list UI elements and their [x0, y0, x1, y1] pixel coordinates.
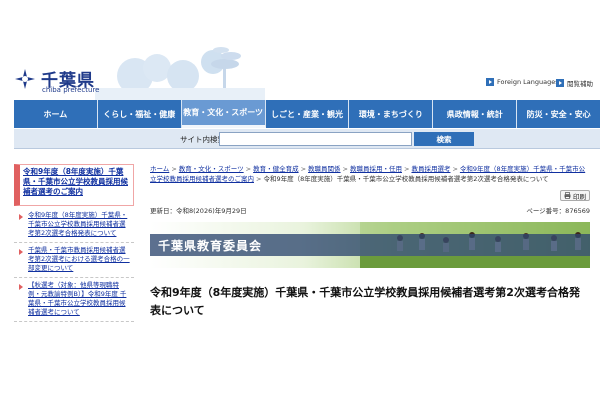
nav-disaster-safety[interactable]: 防災・安全・安心	[517, 100, 600, 128]
page-number: ページ番号：876569	[526, 207, 590, 215]
board-of-education-banner: 千葉県教育委員会	[150, 222, 590, 268]
updated-date: 更新日：令和8(2026)年9月29日	[150, 207, 247, 215]
sidebar-list: 令和9年度（8年度実施）千葉県・千葉市公立学校教員採用候補者選考第2次選考合格発…	[14, 208, 134, 322]
nav-education-culture-sports[interactable]: 教育・文化・スポーツ	[181, 100, 266, 128]
viewing-support-link[interactable]: 閲覧補助	[556, 78, 593, 88]
banner-title: 千葉県教育委員会	[158, 239, 263, 253]
sidebar-item-label: 千葉県・千葉市教員採用候補者選考第2次選考における選考合格の一部変更について	[28, 246, 130, 272]
logo-subtitle: chiba prefecture	[42, 86, 100, 94]
breadcrumb-separator: >	[300, 165, 307, 173]
breadcrumb-link[interactable]: 教職員採用・任用	[350, 165, 402, 173]
breadcrumb-separator: >	[404, 165, 410, 173]
sidebar-heading-link[interactable]: 令和9年度（8年度実施）千葉県・千葉市公立学校教員採用候補者選考のご案内	[23, 167, 130, 197]
site-header: 千葉県 chiba prefecture Foreign Languages 閲…	[0, 0, 600, 100]
breadcrumb-separator: >	[342, 165, 348, 173]
sidebar-item-label: 【秋選考（対象：他県等現職特例・元教諭特例B）】令和9年度 千葉県・千葉市公立学…	[28, 281, 127, 316]
foreign-languages-link[interactable]: Foreign Languages	[486, 78, 559, 86]
sidebar-item[interactable]: 令和9年度（8年度実施）千葉県・千葉市公立学校教員採用候補者選考第2次選考合格発…	[14, 208, 134, 243]
breadcrumb-current: 令和9年度（8年度実施）千葉県・千葉市公立学校教員採用候補者選考第2次選考合格発…	[263, 175, 549, 183]
arrow-right-icon	[556, 79, 564, 87]
print-label: 印刷	[573, 192, 586, 201]
breadcrumb-separator: >	[245, 165, 252, 173]
breadcrumb-separator: >	[452, 165, 458, 173]
breadcrumb: ホーム > 教育・文化・スポーツ > 教育・健全育成 > 教職員関係 > 教職員採用・任用 > 教員…	[150, 164, 590, 184]
page-meta: 更新日：令和8(2026)年9月29日 ページ番号：876569	[150, 205, 590, 215]
breadcrumb-separator: >	[171, 165, 177, 173]
foreign-languages-label: Foreign Languages	[497, 78, 559, 86]
sidebar-item[interactable]: 千葉県・千葉市教員採用候補者選考第2次選考における選考合格の一部変更について	[14, 243, 134, 278]
arrow-right-icon	[486, 78, 494, 86]
breadcrumb-separator: >	[256, 175, 262, 183]
nav-environment-community[interactable]: 環境・まちづくり	[349, 100, 434, 128]
main-content: ホーム > 教育・文化・スポーツ > 教育・健全育成 > 教職員関係 > 教職員採用・任用 > 教員…	[150, 164, 600, 400]
sidebar-item[interactable]: 【秋選考（対象：他県等現職特例・元教諭特例B）】令和9年度 千葉県・千葉市公立学…	[14, 278, 134, 322]
sidebar: 令和9年度（8年度実施）千葉県・千葉市公立学校教員採用候補者選考のご案内 令和9…	[14, 164, 134, 400]
print-button[interactable]: 印刷	[560, 190, 590, 201]
breadcrumb-link[interactable]: ホーム	[150, 165, 169, 173]
printer-icon	[564, 192, 571, 199]
breadcrumb-link[interactable]: 教職員関係	[308, 165, 341, 173]
nav-work-industry-tourism[interactable]: しごと・産業・観光	[266, 100, 350, 128]
search-button[interactable]: 検索	[414, 132, 474, 146]
breadcrumb-link[interactable]: 教育・文化・スポーツ	[179, 165, 244, 173]
sidebar-heading: 令和9年度（8年度実施）千葉県・千葉市公立学校教員採用候補者選考のご案内	[14, 164, 134, 206]
nav-home[interactable]: ホーム	[14, 100, 98, 128]
search-input[interactable]	[219, 132, 412, 146]
page-title: 令和9年度（8年度実施）千葉県・千葉市公立学校教員採用候補者選考第2次選考合格発…	[150, 286, 580, 317]
site-search-bar: サイト内検索 検索	[14, 129, 600, 149]
chiba-logo[interactable]: 千葉県 chiba prefecture	[14, 66, 134, 96]
nav-living-welfare-health[interactable]: くらし・福祉・健康	[98, 100, 182, 128]
chiba-emblem-icon	[15, 69, 35, 89]
breadcrumb-link[interactable]: 教育・健全育成	[253, 165, 299, 173]
viewing-support-label: 閲覧補助	[567, 80, 593, 88]
nav-government-statistics[interactable]: 県政情報・統計	[433, 100, 518, 128]
global-nav: ホーム くらし・福祉・健康 教育・文化・スポーツ しごと・産業・観光 環境・まち…	[14, 100, 600, 128]
breadcrumb-link[interactable]: 教員採用選考	[411, 165, 450, 173]
sidebar-item-label: 令和9年度（8年度実施）千葉県・千葉市公立学校教員採用候補者選考第2次選考合格発…	[28, 211, 128, 237]
